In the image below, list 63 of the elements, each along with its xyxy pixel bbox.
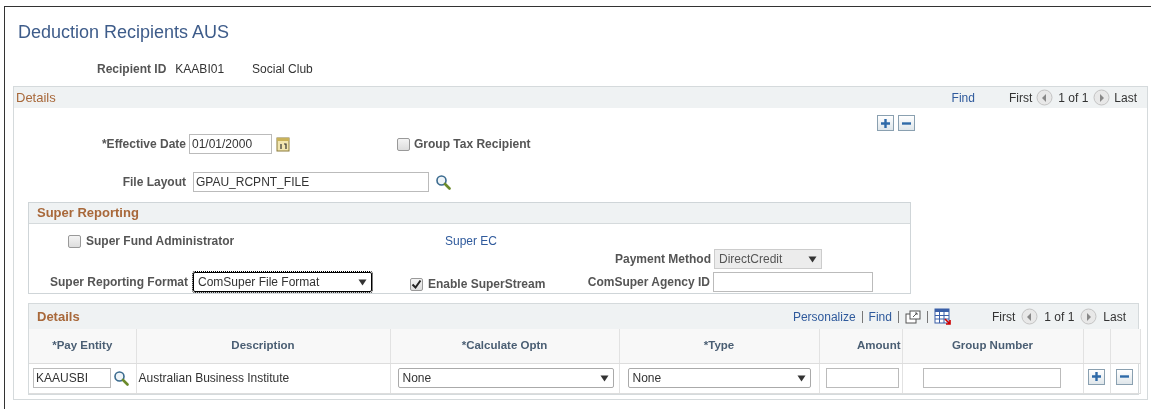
record-count: 1 of 1 bbox=[1058, 89, 1089, 107]
dropdown[interactable]: None bbox=[397, 368, 614, 388]
last-label: Last bbox=[1114, 89, 1137, 107]
field-label: ComSuper Agency ID bbox=[586, 274, 711, 291]
delete-row-button[interactable] bbox=[898, 115, 915, 131]
search-icon[interactable] bbox=[435, 174, 451, 190]
last-label: Last bbox=[1103, 308, 1126, 326]
super-ec-link[interactable]: Super EC bbox=[445, 232, 498, 250]
previous-icon[interactable] bbox=[1021, 308, 1039, 325]
plus-icon bbox=[880, 117, 891, 129]
field-label: Payment Method bbox=[614, 251, 712, 268]
checkbox-label: Enable SuperStream bbox=[428, 276, 546, 293]
field-label: *Effective Date bbox=[100, 136, 187, 153]
previous-icon[interactable] bbox=[1036, 89, 1054, 106]
personalize-link[interactable]: Personalize bbox=[792, 307, 856, 326]
dropdown-arrow-icon bbox=[796, 374, 806, 382]
page-title: Deduction Recipients AUS bbox=[18, 21, 231, 44]
dropdown-arrow-icon bbox=[599, 374, 609, 382]
first-label: First bbox=[1008, 89, 1033, 107]
first-label: First bbox=[991, 308, 1016, 326]
checkbox-label: Group Tax Recipient bbox=[414, 136, 531, 153]
section-title: Details bbox=[16, 88, 56, 107]
section-title: Super Reporting bbox=[37, 204, 139, 223]
new-window-icon[interactable] bbox=[904, 309, 921, 324]
date-field[interactable]: 01/01/2000 bbox=[189, 134, 272, 154]
next-icon[interactable] bbox=[1093, 89, 1111, 106]
dropdown[interactable]: None bbox=[627, 368, 811, 388]
delete-row-button[interactable] bbox=[1115, 368, 1133, 385]
add-row-button[interactable] bbox=[1087, 368, 1105, 385]
checkbox[interactable] bbox=[410, 277, 423, 291]
text-field[interactable]: GPAU_RCPNT_FILE bbox=[193, 172, 429, 192]
calendar-icon[interactable] bbox=[276, 136, 290, 152]
next-icon[interactable] bbox=[1080, 308, 1098, 325]
field-label: Super Reporting Format bbox=[49, 274, 189, 291]
column-header: Amount bbox=[819, 329, 902, 363]
search-icon[interactable] bbox=[113, 370, 129, 386]
text-field[interactable] bbox=[825, 368, 899, 388]
find-link[interactable]: Find bbox=[951, 88, 975, 107]
text-field[interactable] bbox=[922, 368, 1061, 388]
add-row-button[interactable] bbox=[877, 115, 894, 131]
dropdown-arrow-icon bbox=[808, 255, 817, 263]
checkbox[interactable] bbox=[397, 137, 410, 151]
dropdown-arrow-icon bbox=[358, 278, 367, 286]
column-header: *Pay Entity bbox=[29, 329, 136, 363]
dropdown[interactable]: ComSuper File Format bbox=[193, 272, 372, 292]
field-label: Recipient ID bbox=[97, 61, 167, 78]
column-header: *Calculate Optn bbox=[390, 329, 619, 363]
spreadsheet-icon[interactable] bbox=[933, 307, 952, 326]
text-field[interactable]: KAAUSBI bbox=[33, 368, 111, 388]
text-field[interactable] bbox=[713, 272, 873, 292]
table-cell: Australian Business Institute bbox=[138, 371, 290, 385]
plus-icon bbox=[1090, 371, 1102, 383]
find-link[interactable]: Find bbox=[868, 307, 892, 326]
checkbox-label: Super Fund Administrator bbox=[86, 233, 235, 250]
field-label: File Layout bbox=[121, 174, 187, 191]
column-header: Group Number bbox=[902, 329, 1083, 363]
section-title: Details bbox=[37, 307, 80, 326]
column-header: *Type bbox=[619, 329, 819, 363]
column-header: Description bbox=[136, 329, 390, 363]
field-value: Social Club bbox=[252, 61, 313, 78]
checkbox[interactable] bbox=[68, 234, 81, 248]
field-value: KAABI01 bbox=[175, 61, 225, 78]
record-count: 1 of 1 bbox=[1044, 308, 1075, 326]
